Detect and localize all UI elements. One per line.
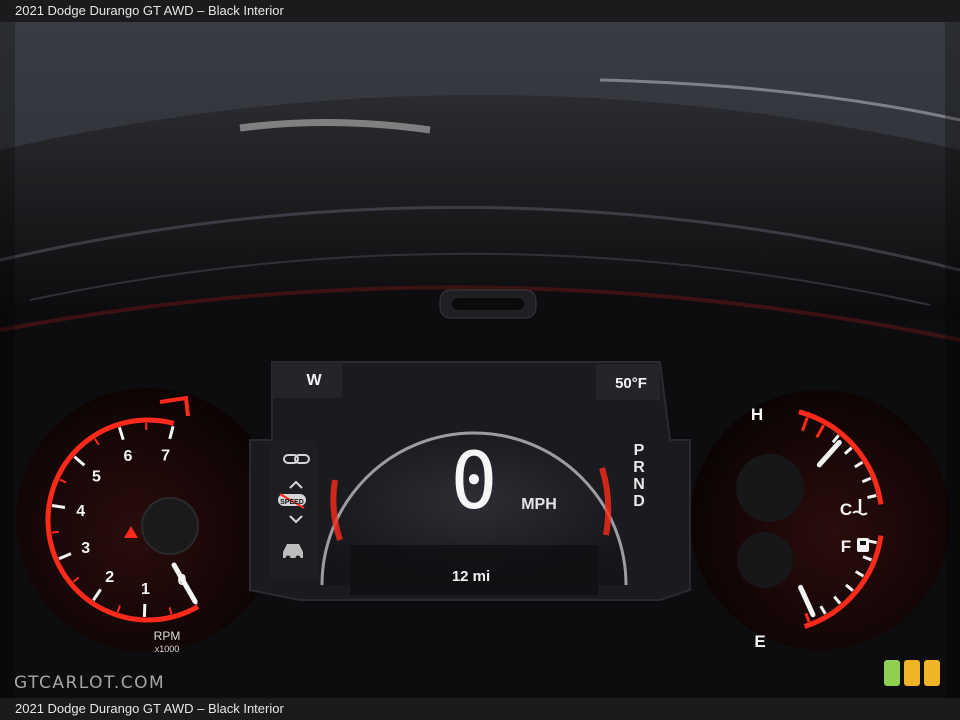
temp-cold-label: C: [840, 500, 852, 519]
instrument-cluster-photo: 01234567 RPM x1000 H C F E W: [0, 0, 960, 720]
tach-number: 5: [92, 469, 101, 486]
gallery-indicator[interactable]: [884, 660, 946, 688]
watermark-logo: GTCARLOT.COM: [14, 673, 166, 693]
gallery-dot-1[interactable]: [884, 660, 900, 686]
tach-number: 4: [76, 503, 85, 520]
temp-hot-label: H: [751, 405, 763, 424]
tach-number: 3: [81, 540, 90, 557]
tach-major-tick: [51, 504, 66, 509]
gear-d: D: [633, 493, 645, 510]
tach-minor-tick: [51, 530, 59, 534]
tach-number: 1: [141, 581, 150, 598]
gear-n: N: [633, 476, 645, 493]
gauge-tick: [867, 539, 877, 545]
svg-text:SPEED: SPEED: [280, 499, 304, 506]
center-display: W 50°F 0 MPH 12 mi PRND SPEED: [249, 361, 691, 601]
gauge-tick: [867, 494, 877, 499]
knob-upper[interactable]: [736, 454, 804, 522]
knob-lower[interactable]: [737, 532, 793, 588]
compass-heading: W: [306, 372, 322, 389]
speed-unit: MPH: [521, 496, 557, 513]
caption-top: 2021 Dodge Durango GT AWD – Black Interi…: [0, 0, 960, 22]
rpm-scale-label: x1000: [155, 644, 180, 654]
gallery-dot-3[interactable]: [924, 660, 940, 686]
odometer: 12 mi: [452, 568, 490, 585]
fuel-pump-icon: [857, 538, 869, 552]
fuel-empty-label: E: [754, 632, 765, 651]
trip-knob[interactable]: [141, 497, 199, 555]
tach-number: 2: [105, 569, 114, 586]
digital-speed: 0: [451, 437, 498, 527]
gallery-dot-2[interactable]: [904, 660, 920, 686]
fuel-full-label: F: [841, 537, 851, 556]
rpm-label: RPM: [154, 629, 181, 643]
tach-number: 6: [124, 448, 133, 465]
tach-number: 7: [161, 447, 170, 464]
tachometer: 01234567 RPM x1000: [16, 388, 280, 654]
temp-fuel-gauge: H C F E: [690, 390, 950, 651]
caption-bottom: 2021 Dodge Durango GT AWD – Black Interi…: [0, 698, 960, 720]
gear-p: P: [634, 442, 645, 459]
outside-temperature: 50°F: [615, 375, 647, 392]
driver-assist-icons: SPEED: [270, 440, 318, 580]
gear-r: R: [633, 459, 645, 476]
gear-selector: PRND: [633, 442, 645, 510]
